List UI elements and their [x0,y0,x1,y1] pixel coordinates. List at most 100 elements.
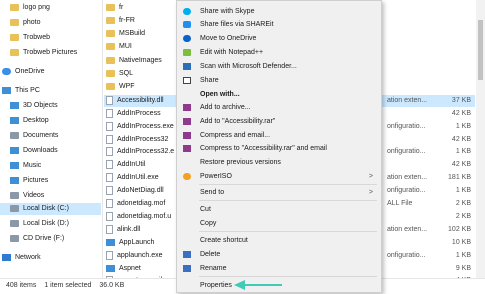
file-row-addinutil[interactable]: AddInUtil [106,159,145,171]
file-row-addinprocess32-exe[interactable]: AddInProcess32.e [106,146,174,158]
menu-item-rename[interactable]: Rename [177,263,381,274]
exe-file-icon [106,264,115,272]
nav-item-network[interactable]: Network [2,252,41,264]
file-row-wpf[interactable]: WPF [106,81,135,93]
nav-item-music[interactable]: Music [10,160,41,172]
cloud-icon [2,67,11,75]
file-row-mui[interactable]: MUI [106,41,132,53]
shield-icon [183,265,191,272]
file-row-fr-fr[interactable]: fr-FR [106,15,135,27]
vertical-scrollbar[interactable] [476,0,485,278]
folder-icon [106,29,115,37]
skype-icon [183,8,191,15]
file-size-cell: 42 KB [451,110,471,117]
file-row-aspnet[interactable]: Aspnet [106,263,141,275]
scrollbar-thumb[interactable] [478,20,483,80]
shield-icon [183,251,191,258]
menu-item-add-to-archive[interactable]: Add to archive... [177,102,381,113]
winrar-icon [183,104,191,111]
menu-item-scan-defender[interactable]: Scan with Microsoft Defender... [177,61,381,72]
folder-icon [10,18,19,26]
file-row-alink-dll[interactable]: alink.dll [106,224,140,236]
menu-item-share-with-skype[interactable]: Share with Skype [177,6,381,17]
nav-item-3d-objects[interactable]: 3D Objects [10,100,58,112]
file-size-cell: 181 KB [448,174,471,181]
file-row-applaunch[interactable]: AppLaunch [106,237,154,249]
menu-item-open-with[interactable]: Open with... [177,89,381,100]
pictures-icon [10,176,19,184]
nav-item-trobweb-pictures[interactable]: Trobweb Pictures [10,47,77,59]
menu-item-edit-notepadpp[interactable]: Edit with Notepad++ [177,47,381,58]
nav-item-documents[interactable]: Documents [10,130,58,142]
file-row-applaunch-exe[interactable]: applaunch.exe [106,250,163,262]
file-type-cell: ation exten... [387,174,428,181]
menu-item-share[interactable]: Share [177,75,381,86]
menu-separator [199,276,377,277]
file-size-cell: 2 KB [455,213,471,220]
config-file-icon [106,146,113,156]
video-icon [10,191,19,199]
file-size-cell: 2 KB [455,200,471,207]
file-row-adonetdiag-dll[interactable]: AdoNetDiag.dll [106,185,164,197]
navigation-pane: logo png photo Trobweb Trobweb Pictures … [0,0,102,278]
file-row-addinprocess32[interactable]: AddInProcess32 [106,134,168,146]
mof-file-icon [106,198,113,208]
menu-item-shareit[interactable]: Share files via SHAREit [177,19,381,30]
pane-divider[interactable] [102,0,103,278]
file-row-fr[interactable]: fr [106,2,123,14]
nav-item-trobweb[interactable]: Trobweb [10,32,50,44]
menu-item-delete[interactable]: Delete [177,249,381,260]
config-file-icon [106,172,113,182]
file-size-cell: 1 KB [455,123,471,130]
desktop-icon [10,116,19,124]
menu-item-restore-previous[interactable]: Restore previous versions [177,157,381,168]
menu-item-cut[interactable]: Cut [177,204,381,215]
file-size-cell: 42 KB [451,136,471,143]
nav-item-desktop[interactable]: Desktop [10,115,49,127]
file-size-cell: 1 KB [455,148,471,155]
nav-item-local-disk-d[interactable]: Local Disk (D:) [10,218,69,230]
menu-item-poweriso[interactable]: PowerISO > [177,171,381,182]
item-count: 408 items [6,282,37,289]
menu-item-add-to-rar[interactable]: Add to "Accessibility.rar" [177,116,381,127]
config-file-icon [106,121,113,131]
file-row-accessibility-dll[interactable]: Accessibility.dll [106,95,164,107]
file-size-cell: 1 KB [455,252,471,259]
nav-item-photo[interactable]: photo [10,17,41,29]
menu-item-compress-email[interactable]: Compress and email... [177,130,381,141]
nav-item-downloads[interactable]: Downloads [10,145,58,157]
menu-item-move-to-onedrive[interactable]: Move to OneDrive [177,33,381,44]
file-row-addinutil-exe[interactable]: AddInUtil.exe [106,172,159,184]
file-type-cell: onfiguratio... [387,187,426,194]
file-row-msbuild[interactable]: MSBuild [106,28,145,40]
folder-icon [106,42,115,50]
menu-item-create-shortcut[interactable]: Create shortcut [177,235,381,246]
file-row-sql[interactable]: SQL [106,68,133,80]
notepadpp-icon [183,49,191,56]
nav-item-local-disk-c[interactable]: Local Disk (C:) [0,203,101,215]
file-row-adonetdiag-mof-u[interactable]: adonetdiag.mof.u [106,211,171,223]
menu-item-send-to[interactable]: Send to > [177,187,381,198]
file-row-nativeimages[interactable]: NativeImages [106,55,162,67]
nav-item-logo-png[interactable]: logo png [10,2,50,14]
file-row-addinprocess[interactable]: AddInProcess [106,108,161,120]
menu-item-compress-rar-email[interactable]: Compress to "Accessibility.rar" and emai… [177,143,381,154]
nav-item-videos[interactable]: Videos [10,190,44,202]
menu-item-copy[interactable]: Copy [177,218,381,229]
file-row-addinprocess-exe[interactable]: AddInProcess.exe [106,121,174,133]
onedrive-icon [183,35,191,42]
exe-file-icon [106,238,115,246]
winrar-icon [183,118,191,125]
cube-icon [10,101,19,109]
documents-icon [10,131,19,139]
file-type-cell: ALL File [387,200,413,207]
nav-item-this-pc[interactable]: This PC [2,85,40,97]
file-type-cell: onfiguratio... [387,123,426,130]
file-size-cell: 42 KB [451,161,471,168]
mof-file-icon [106,211,113,221]
nav-item-pictures[interactable]: Pictures [10,175,48,187]
nav-item-onedrive[interactable]: OneDrive [2,66,45,78]
file-row-adonetdiag-mof[interactable]: adonetdiag.mof [106,198,165,210]
music-icon [10,161,19,169]
nav-item-cd-drive-f[interactable]: CD Drive (F:) [10,233,64,245]
